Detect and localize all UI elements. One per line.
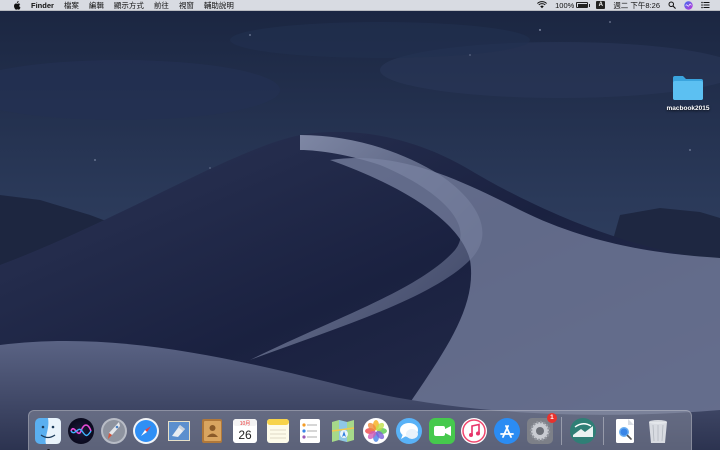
maps-icon — [332, 419, 355, 442]
dock-contacts[interactable] — [197, 416, 227, 446]
safari-icon — [133, 417, 160, 444]
dock-notes[interactable] — [263, 416, 293, 446]
menu-bar: Finder 檔案 編輯 顯示方式 前往 視窗 輔助說明 100% A 週二 下… — [0, 0, 720, 11]
menu-window[interactable]: 視窗 — [174, 0, 199, 10]
input-source-icon: A — [596, 1, 606, 9]
menu-file[interactable]: 檔案 — [59, 0, 84, 10]
dock-rstudio[interactable] — [568, 416, 598, 446]
dock-mail[interactable] — [164, 416, 194, 446]
dock-app-store[interactable] — [492, 416, 522, 446]
dock-calendar[interactable]: 10月 26 — [230, 416, 260, 446]
menu-app-name[interactable]: Finder — [26, 0, 59, 10]
dock-facetime[interactable] — [427, 416, 457, 446]
apple-icon[interactable] — [8, 0, 26, 10]
dock-safari[interactable] — [131, 416, 161, 446]
mail-icon — [168, 420, 191, 441]
dock-itunes[interactable] — [459, 416, 489, 446]
facetime-icon — [428, 417, 455, 444]
calendar-month: 10月 — [240, 421, 251, 427]
folder-icon — [673, 76, 703, 100]
desktop-folder-label: macbook2015 — [666, 105, 710, 112]
notification-center-icon[interactable] — [697, 0, 714, 10]
input-source-menu[interactable]: A — [592, 0, 609, 10]
dock: 10月 26 1 — [28, 410, 692, 450]
desktop: Finder 檔案 編輯 顯示方式 前往 視窗 輔助說明 100% A 週二 下… — [0, 0, 720, 450]
launchpad-icon — [100, 417, 127, 444]
trash-icon — [648, 419, 667, 443]
dock-separator — [603, 416, 605, 445]
battery-status[interactable]: 100% — [551, 0, 592, 10]
battery-percent: 100% — [555, 0, 575, 10]
dock-trash[interactable] — [643, 416, 673, 446]
contacts-icon — [201, 418, 222, 443]
itunes-icon — [461, 417, 488, 444]
wifi-icon[interactable] — [533, 0, 551, 10]
dock-launchpad[interactable] — [99, 416, 129, 446]
app-store-icon — [494, 417, 521, 444]
finder-icon — [35, 417, 61, 444]
rstudio-icon — [569, 417, 596, 444]
dock-finder[interactable] — [33, 416, 63, 450]
dock-separator — [560, 416, 562, 445]
menu-help[interactable]: 輔助說明 — [199, 0, 239, 10]
notification-badge: 1 — [546, 412, 557, 423]
preview-icon — [616, 418, 635, 443]
spotlight-icon[interactable] — [664, 0, 680, 10]
dock-preview[interactable] — [610, 416, 640, 446]
reminders-icon — [300, 418, 321, 443]
dock-messages[interactable] — [394, 416, 424, 446]
calendar-day: 26 — [238, 428, 252, 442]
calendar-icon: 10月 26 — [232, 418, 257, 443]
siri-icon — [67, 417, 94, 444]
notes-icon — [266, 418, 289, 443]
messages-icon — [395, 417, 422, 444]
dock-siri[interactable] — [66, 416, 96, 446]
dock-system-preferences[interactable]: 1 — [525, 412, 557, 446]
menu-clock[interactable]: 週二 下午8:26 — [609, 0, 664, 10]
siri-icon[interactable] — [680, 0, 697, 10]
battery-icon — [576, 2, 591, 8]
dock-reminders[interactable] — [295, 416, 325, 446]
menu-go[interactable]: 前往 — [149, 0, 174, 10]
desktop-folder[interactable]: macbook2015 — [660, 74, 716, 112]
dock-photos[interactable] — [361, 416, 391, 446]
dock-maps[interactable] — [328, 416, 358, 446]
wallpaper — [0, 0, 720, 450]
menu-edit[interactable]: 編輯 — [84, 0, 109, 10]
menu-view[interactable]: 顯示方式 — [109, 0, 149, 10]
photos-icon — [362, 417, 389, 444]
